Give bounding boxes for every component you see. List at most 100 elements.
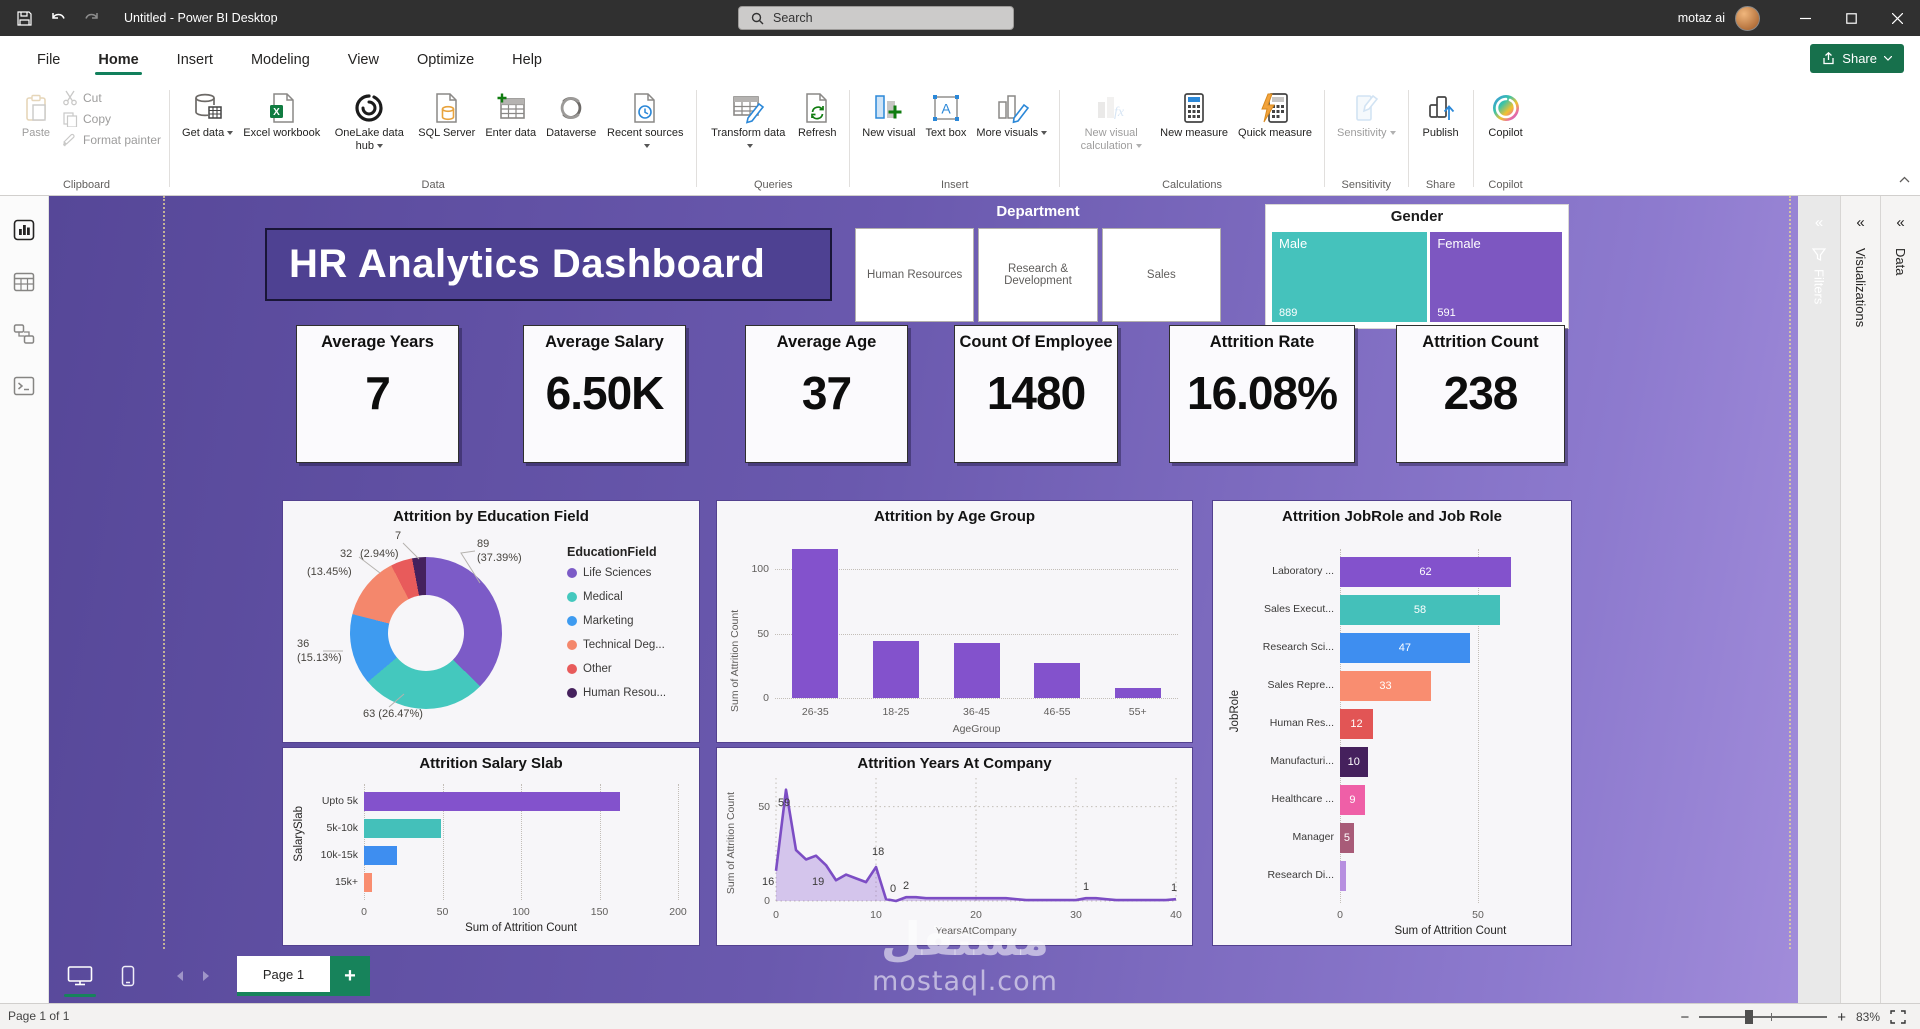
hbar[interactable] (364, 873, 372, 892)
zoom-slider-thumb[interactable] (1745, 1010, 1753, 1024)
hbar[interactable]: 62 (1340, 557, 1511, 587)
department-option-research-development[interactable]: Research & Development (978, 228, 1097, 322)
menu-tab-help[interactable]: Help (493, 40, 561, 79)
close-button[interactable] (1874, 0, 1920, 36)
expand-data-icon[interactable]: « (1881, 214, 1920, 231)
main-area: HR Analytics Dashboard Department Human … (0, 196, 1920, 1003)
model-view-icon[interactable] (12, 322, 36, 346)
menu-tab-optimize[interactable]: Optimize (398, 40, 493, 79)
chart-attrition-by-education-field[interactable]: Attrition by Education Field 7(2.94%)32(… (282, 500, 700, 743)
sql-server-button[interactable]: SQL Server (414, 88, 479, 142)
legend-item-human-resou[interactable]: Human Resou... (567, 687, 666, 699)
menu-tab-view[interactable]: View (329, 40, 398, 79)
quick-measure-button[interactable]: Quick measure (1234, 88, 1316, 142)
kpi-card-attrition-count[interactable]: Attrition Count238 (1396, 325, 1565, 463)
menu-tab-modeling[interactable]: Modeling (232, 40, 329, 79)
recent-sources-button[interactable]: Recent sources (602, 88, 688, 155)
visualizations-pane-label[interactable]: Visualizations (1853, 248, 1868, 327)
dataverse-button[interactable]: Dataverse (542, 88, 600, 142)
get-data-button[interactable]: Get data (178, 88, 237, 142)
refresh-button[interactable]: Refresh (793, 88, 841, 142)
legend-item-technical-deg[interactable]: Technical Deg... (567, 639, 666, 651)
collapse-ribbon-icon[interactable] (1899, 176, 1910, 183)
department-option-sales[interactable]: Sales (1102, 228, 1221, 322)
dax-query-view-icon[interactable] (12, 374, 36, 398)
kpi-card-average-age[interactable]: Average Age37 (745, 325, 908, 463)
hbar[interactable]: 9 (1340, 785, 1365, 815)
chart-attrition-years-at-company[interactable]: Attrition Years At Company 0500102030401… (716, 747, 1193, 946)
menu-tab-home[interactable]: Home (79, 40, 157, 79)
save-icon[interactable] (14, 8, 34, 28)
ribbon-group-label: Insert (858, 176, 1051, 193)
redo-icon[interactable] (82, 8, 102, 28)
desktop-layout-icon[interactable] (63, 959, 97, 993)
column-bar[interactable] (1034, 663, 1080, 698)
avatar[interactable] (1735, 6, 1760, 31)
expand-filters-icon[interactable]: « (1798, 214, 1840, 231)
menu-tab-file[interactable]: File (18, 40, 79, 79)
new-page-button[interactable]: + (330, 956, 370, 996)
hbar[interactable]: 12 (1340, 709, 1373, 739)
undo-icon[interactable] (48, 8, 68, 28)
previous-page-arrow[interactable] (167, 959, 193, 993)
hbar[interactable]: 58 (1340, 595, 1500, 625)
gender-option-female[interactable]: Female591 (1430, 232, 1562, 322)
column-bar[interactable] (954, 643, 1000, 698)
new-visual-button[interactable]: New visual (858, 88, 919, 142)
zoom-in-button[interactable]: + (1837, 1010, 1846, 1025)
data-pane-label[interactable]: Data (1893, 248, 1908, 275)
legend-item-medical[interactable]: Medical (567, 591, 666, 603)
kpi-card-average-years[interactable]: Average Years7 (296, 325, 459, 463)
maximize-button[interactable] (1828, 0, 1874, 36)
hbar[interactable]: 10 (1340, 747, 1368, 777)
user-name[interactable]: motaz ai (1678, 11, 1725, 25)
text-box-button[interactable]: AText box (921, 88, 970, 142)
transform-data-button[interactable]: Transform data (705, 88, 791, 155)
excel-workbook-button[interactable]: XExcel workbook (239, 88, 324, 142)
gender-option-male[interactable]: Male889 (1272, 232, 1427, 322)
hbar[interactable] (364, 792, 620, 811)
enter-data-button[interactable]: Enter data (481, 88, 540, 142)
more-visuals-button[interactable]: More visuals (972, 88, 1051, 142)
zoom-slider[interactable] (1699, 1016, 1827, 1018)
search-box[interactable]: Search (738, 6, 1014, 30)
page-tab[interactable]: Page 1 (237, 956, 330, 996)
hbar[interactable]: 47 (1340, 633, 1470, 663)
minimize-button[interactable] (1782, 0, 1828, 36)
hbar[interactable] (364, 846, 397, 865)
menu-tab-insert[interactable]: Insert (158, 40, 232, 79)
chart-attrition-jobrole[interactable]: Attrition JobRole and Job Role 050Labora… (1212, 500, 1572, 946)
column-bar[interactable] (792, 549, 838, 698)
dashboard-title[interactable]: HR Analytics Dashboard (265, 228, 832, 301)
filters-pane-label[interactable]: Filters (1812, 269, 1827, 304)
expand-visualizations-icon[interactable]: « (1841, 214, 1880, 231)
kpi-card-attrition-rate[interactable]: Attrition Rate16.08% (1169, 325, 1355, 463)
hbar[interactable]: 33 (1340, 671, 1431, 701)
publish-button[interactable]: Publish (1417, 88, 1465, 142)
column-bar[interactable] (873, 641, 919, 698)
chart-attrition-by-age-group[interactable]: Attrition by Age Group 05010026-3518-253… (716, 500, 1193, 743)
department-option-human-resources[interactable]: Human Resources (855, 228, 974, 322)
chart-attrition-salary-slab[interactable]: Attrition Salary Slab 050100150200Upto 5… (282, 747, 700, 946)
copilot-button[interactable]: Copilot (1482, 88, 1530, 142)
mobile-layout-icon[interactable] (111, 959, 145, 993)
hbar[interactable]: 5 (1340, 823, 1354, 853)
legend-item-other[interactable]: Other (567, 663, 666, 675)
hbar[interactable] (364, 819, 441, 838)
x-tick-label: 55+ (1097, 706, 1178, 718)
share-button[interactable]: Share (1810, 44, 1904, 73)
onelake-data-hub-button[interactable]: OneLake data hub (326, 88, 412, 155)
legend-item-life-sciences[interactable]: Life Sciences (567, 567, 666, 579)
hbar[interactable] (1340, 861, 1346, 891)
fit-to-page-icon[interactable] (1890, 1010, 1906, 1024)
pagebar: Page 1 + (49, 949, 1798, 1003)
table-view-icon[interactable] (12, 270, 36, 294)
zoom-out-button[interactable]: − (1680, 1010, 1689, 1025)
column-bar[interactable] (1115, 688, 1161, 698)
new-measure-button[interactable]: New measure (1156, 88, 1232, 142)
report-view-icon[interactable] (12, 218, 36, 242)
kpi-card-average-salary[interactable]: Average Salary6.50K (523, 325, 686, 463)
legend-item-marketing[interactable]: Marketing (567, 615, 666, 627)
next-page-arrow[interactable] (193, 959, 219, 993)
kpi-card-count-of-employee[interactable]: Count Of Employee1480 (954, 325, 1118, 463)
